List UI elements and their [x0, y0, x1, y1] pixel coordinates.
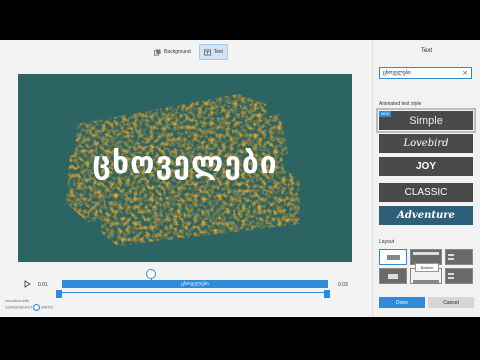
done-button[interactable]: Done — [379, 297, 425, 308]
text-tab-label: Text — [213, 49, 223, 55]
style-adventure-label: Adventure — [397, 210, 455, 221]
layout-option-left[interactable] — [379, 268, 407, 284]
background-tab[interactable]: Background — [150, 44, 195, 60]
timeline-line — [58, 292, 330, 293]
layout-tooltip: Bottom — [415, 263, 439, 272]
style-classic-button[interactable]: CLASSIC — [379, 183, 473, 202]
editor-toolbar: Background Text — [150, 44, 228, 60]
title-text-value: ცხოველები — [383, 70, 411, 76]
style-lovebird-label: Lovebird — [403, 138, 449, 149]
text-duration-track[interactable]: ცხოველები — [62, 280, 328, 288]
panel-title: Text — [420, 48, 432, 54]
style-simple-button[interactable]: NEW Simple — [376, 108, 476, 133]
preview-area: Background Text ცხოველები 0.01 ცხოველები… — [0, 40, 372, 317]
trim-end-handle[interactable] — [324, 290, 330, 298]
layout-label: Layout — [379, 239, 395, 245]
screencast-watermark: recorded with SCREENCAST MATIC — [5, 298, 54, 311]
track-label: ცხოველები — [181, 281, 209, 287]
video-preview: ცხოველები — [18, 74, 352, 262]
layout-option-center[interactable] — [379, 249, 407, 265]
play-icon[interactable] — [23, 280, 31, 288]
end-time: 0.03 — [338, 282, 348, 288]
video-frame: Background Text ცხოველები 0.01 ცხოველები… — [0, 0, 480, 360]
playhead-handle[interactable] — [146, 269, 156, 279]
start-time: 0.01 — [38, 282, 48, 288]
watermark-logo-icon — [33, 304, 41, 311]
text-icon — [203, 49, 211, 55]
new-badge: NEW — [379, 111, 392, 117]
background-tab-label: Background — [164, 49, 191, 55]
animated-style-label: Animated text style — [379, 101, 422, 107]
trim-start-handle[interactable] — [56, 290, 62, 298]
layout-option-bottom-left[interactable] — [445, 268, 473, 284]
playhead-line — [150, 279, 152, 285]
text-editor-window: Background Text ცხოველები 0.01 ცხოველები… — [0, 40, 480, 317]
watermark-line2: SCREENCAST — [5, 304, 33, 310]
title-overlay-text: ცხოველები — [92, 146, 278, 181]
text-tab[interactable]: Text — [198, 44, 228, 60]
background-icon — [154, 48, 161, 55]
style-lovebird-button[interactable]: Lovebird — [379, 134, 473, 153]
watermark-line3: MATIC — [41, 304, 54, 310]
clear-text-icon[interactable]: × — [462, 69, 468, 77]
layout-option-right[interactable] — [445, 249, 473, 265]
style-joy-button[interactable]: JOY — [379, 157, 473, 176]
cancel-button[interactable]: Cancel — [428, 297, 474, 308]
style-joy-label: JOY — [415, 161, 436, 172]
text-options-panel: Text ცხოველები × Animated text style NEW… — [372, 40, 480, 317]
style-simple-label: Simple — [409, 114, 443, 127]
style-classic-label: CLASSIC — [404, 187, 448, 198]
title-text-input[interactable]: ცხოველები × — [379, 67, 472, 79]
style-adventure-button[interactable]: Adventure — [379, 206, 473, 225]
